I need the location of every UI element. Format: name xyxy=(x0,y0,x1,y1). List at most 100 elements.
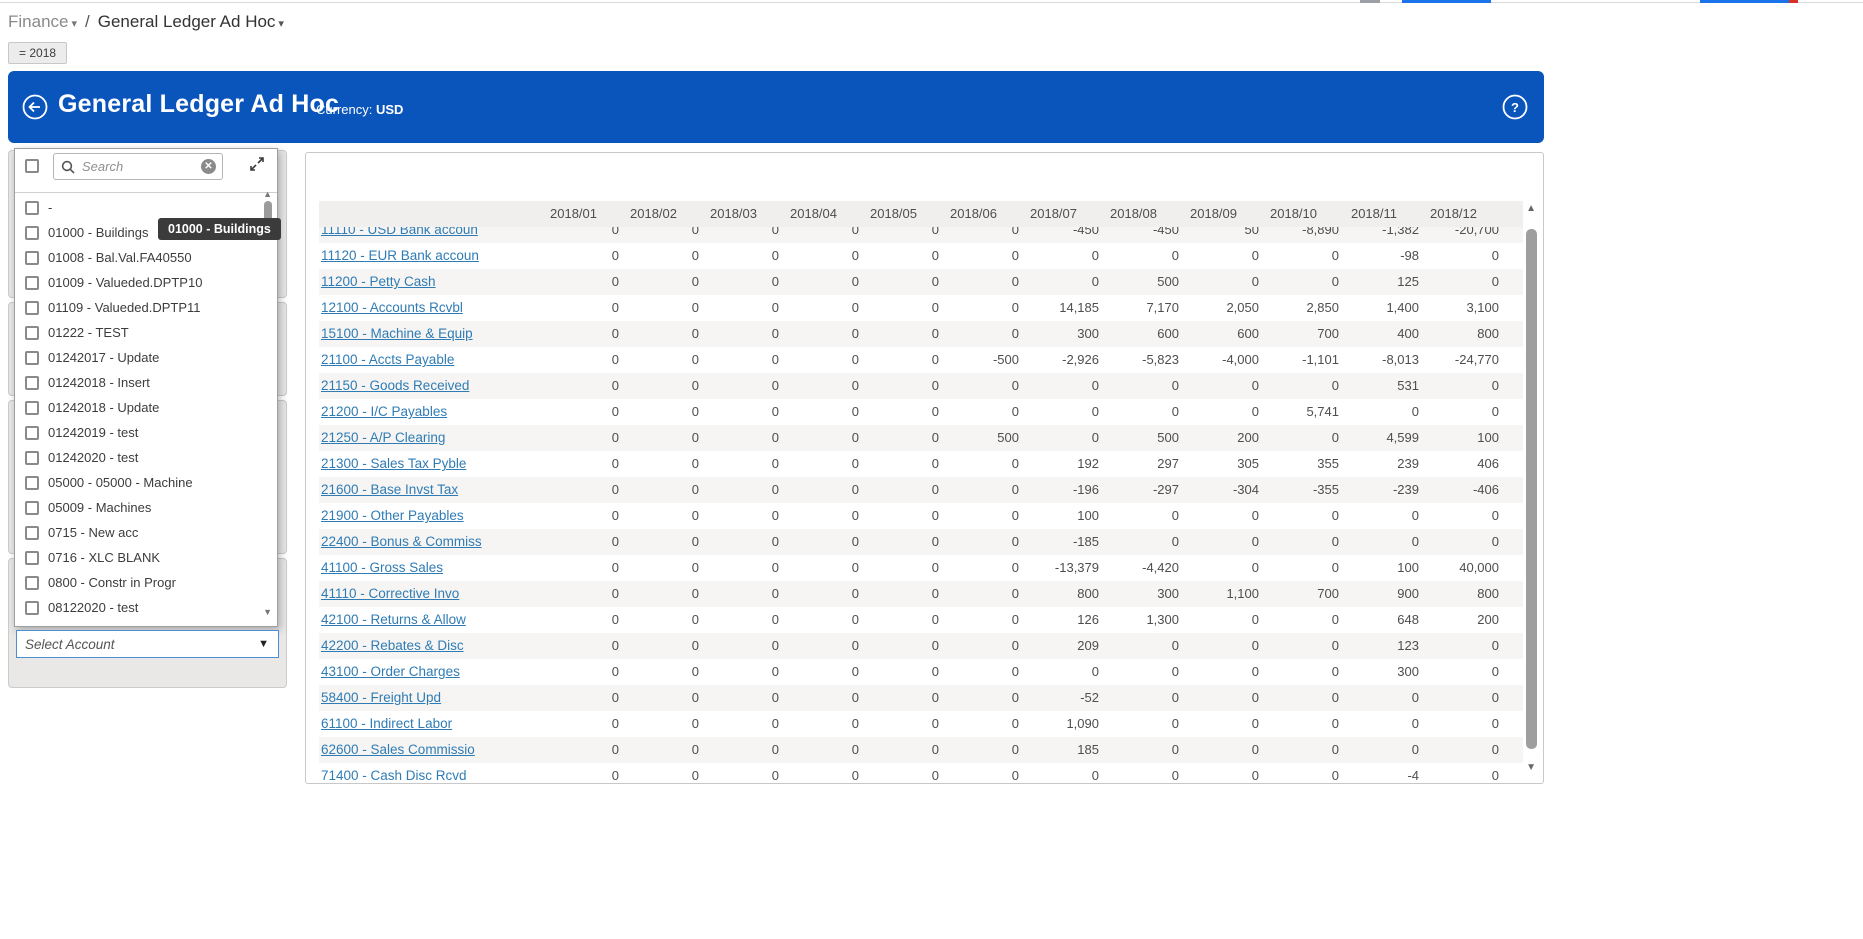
item-checkbox[interactable] xyxy=(25,426,39,440)
list-item[interactable]: 0716 - XLC BLANK xyxy=(15,545,259,570)
list-scroll-down-icon[interactable]: ▼ xyxy=(263,607,272,617)
list-scroll-up-icon[interactable]: ▲ xyxy=(263,189,272,199)
help-icon: ? xyxy=(1502,94,1528,120)
table-row: 22400 - Bonus & Commiss000000-18500000 xyxy=(319,529,1523,555)
breadcrumb-page[interactable]: General Ledger Ad Hoc▾ xyxy=(98,12,284,32)
list-item[interactable]: - xyxy=(15,195,259,220)
item-checkbox[interactable] xyxy=(25,326,39,340)
dropdown-header: ✕ xyxy=(15,149,277,193)
account-link[interactable]: 22400 - Bonus & Commiss xyxy=(321,534,482,549)
item-checkbox[interactable] xyxy=(25,501,39,515)
value-cell: 0 xyxy=(623,711,703,737)
list-item[interactable]: 05000 - 05000 - Machine xyxy=(15,470,259,495)
back-button[interactable] xyxy=(22,94,48,120)
account-link[interactable]: 11110 - USD Bank accoun xyxy=(321,227,478,237)
item-checkbox[interactable] xyxy=(25,476,39,490)
value-cell: 0 xyxy=(543,581,623,607)
list-item[interactable]: 01008 - Bal.Val.FA40550 xyxy=(15,245,259,270)
value-cell: 0 xyxy=(1183,737,1263,763)
item-checkbox[interactable] xyxy=(25,201,39,215)
account-link[interactable]: 42200 - Rebates & Disc xyxy=(321,638,464,653)
account-link[interactable]: 21150 - Goods Received xyxy=(321,378,469,393)
account-link[interactable]: 12100 - Accounts Rcvbl xyxy=(321,300,463,315)
item-checkbox[interactable] xyxy=(25,301,39,315)
list-item[interactable]: 01242017 - Update xyxy=(15,345,259,370)
item-checkbox[interactable] xyxy=(25,401,39,415)
item-checkbox[interactable] xyxy=(25,276,39,290)
account-link[interactable]: 43100 - Order Charges xyxy=(321,664,460,679)
account-link[interactable]: 21900 - Other Payables xyxy=(321,508,464,523)
list-item[interactable]: 01242018 - Insert xyxy=(15,370,259,395)
account-link[interactable]: 21250 - A/P Clearing xyxy=(321,430,445,445)
value-cell: 900 xyxy=(1343,581,1423,607)
value-cell: 0 xyxy=(623,347,703,373)
account-link[interactable]: 11120 - EUR Bank accoun xyxy=(321,248,479,263)
account-link[interactable]: 58400 - Freight Upd xyxy=(321,690,441,705)
value-cell: 0 xyxy=(1263,555,1343,581)
account-link[interactable]: 21600 - Base Invst Tax xyxy=(321,482,458,497)
select-all-checkbox[interactable] xyxy=(25,159,39,173)
account-cell: 21100 - Accts Payable xyxy=(319,347,543,373)
table-row: 42200 - Rebates & Disc0000002090001230 xyxy=(319,633,1523,659)
account-link[interactable]: 21200 - I/C Payables xyxy=(321,404,447,419)
account-link[interactable]: 42100 - Returns & Allow xyxy=(321,612,466,627)
month-header: 2018/11 xyxy=(1343,201,1423,227)
item-checkbox[interactable] xyxy=(25,226,39,240)
table-scrollbar-thumb[interactable] xyxy=(1526,229,1537,749)
help-button[interactable]: ? xyxy=(1502,94,1528,120)
item-checkbox[interactable] xyxy=(25,351,39,365)
table-scroll-down-icon[interactable]: ▼ xyxy=(1526,762,1536,773)
item-checkbox[interactable] xyxy=(25,576,39,590)
item-checkbox[interactable] xyxy=(25,451,39,465)
year-filter-chip[interactable]: = 2018 xyxy=(8,42,67,64)
value-cell: 0 xyxy=(1103,503,1183,529)
clear-search-icon[interactable]: ✕ xyxy=(201,159,216,174)
value-cell: 0 xyxy=(1343,711,1423,737)
value-cell: 0 xyxy=(863,425,943,451)
account-link[interactable]: 41100 - Gross Sales xyxy=(321,560,443,575)
list-item-label: - xyxy=(48,200,52,215)
account-link[interactable]: 11200 - Petty Cash xyxy=(321,274,436,289)
list-item[interactable]: 08122020 - test xyxy=(15,595,259,620)
account-link[interactable]: 21300 - Sales Tax Pyble xyxy=(321,456,466,471)
value-cell: 0 xyxy=(783,529,863,555)
account-link[interactable]: 62600 - Sales Commissio xyxy=(321,742,475,757)
list-item[interactable]: 05009 - Machines xyxy=(15,495,259,520)
table-scroll-up-icon[interactable]: ▲ xyxy=(1526,203,1536,214)
list-item[interactable]: 01222 - TEST xyxy=(15,320,259,345)
account-link[interactable]: 71400 - Cash Disc Rcvd xyxy=(321,768,467,780)
value-cell: 0 xyxy=(1183,659,1263,685)
select-account-dropdown[interactable]: Select Account ▼ xyxy=(16,630,279,658)
value-cell: 0 xyxy=(1183,555,1263,581)
value-cell: 0 xyxy=(863,685,943,711)
table-row: 21250 - A/P Clearing00000500050020004,59… xyxy=(319,425,1523,451)
search-input[interactable] xyxy=(80,158,201,175)
account-link[interactable]: 15100 - Machine & Equip xyxy=(321,326,473,341)
value-cell: 0 xyxy=(1023,425,1103,451)
breadcrumb-section[interactable]: Finance▾ xyxy=(8,12,77,32)
item-checkbox[interactable] xyxy=(25,376,39,390)
month-header: 2018/03 xyxy=(703,201,783,227)
item-checkbox[interactable] xyxy=(25,251,39,265)
item-checkbox[interactable] xyxy=(25,601,39,615)
account-link[interactable]: 21100 - Accts Payable xyxy=(321,352,454,367)
account-cell: 21250 - A/P Clearing xyxy=(319,425,543,451)
list-item[interactable]: 01242018 - Update xyxy=(15,395,259,420)
account-link[interactable]: 41110 - Corrective Invo xyxy=(321,586,459,601)
value-cell: 0 xyxy=(1343,529,1423,555)
list-item[interactable]: 01009 - Valueded.DPTP10 xyxy=(15,270,259,295)
expand-icon[interactable] xyxy=(249,156,265,172)
list-item[interactable]: 0800 - Constr in Progr xyxy=(15,570,259,595)
item-checkbox[interactable] xyxy=(25,551,39,565)
list-item[interactable]: 01242019 - test xyxy=(15,420,259,445)
list-item[interactable]: 0715 - New acc xyxy=(15,520,259,545)
list-item[interactable]: 01109 - Valueded.DPTP11 xyxy=(15,295,259,320)
value-cell: 0 xyxy=(703,685,783,711)
value-cell: 0 xyxy=(943,607,1023,633)
value-cell: -52 xyxy=(1023,685,1103,711)
item-checkbox[interactable] xyxy=(25,526,39,540)
list-item[interactable]: 01242020 - test xyxy=(15,445,259,470)
list-item-label: 05009 - Machines xyxy=(48,500,151,515)
account-link[interactable]: 61100 - Indirect Labor xyxy=(321,716,452,731)
value-cell: 0 xyxy=(703,295,783,321)
